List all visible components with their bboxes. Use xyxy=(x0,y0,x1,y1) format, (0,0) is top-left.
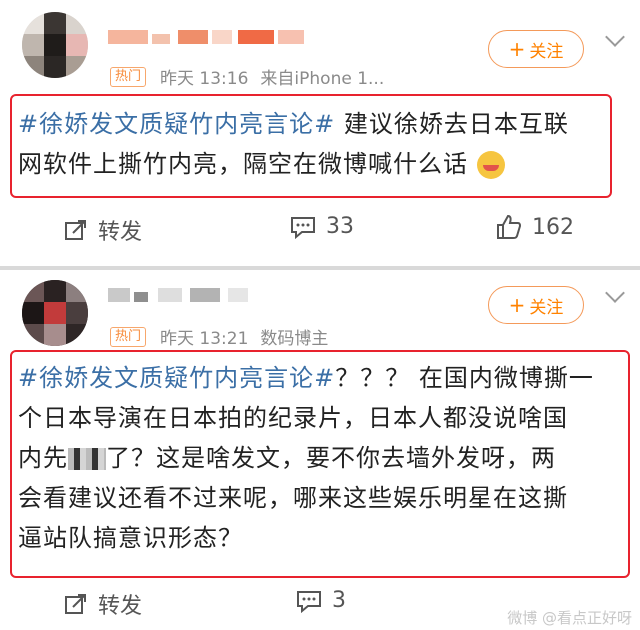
repost-icon xyxy=(65,594,86,614)
post-meta: 热门 昨天 13:21 数码博主 xyxy=(110,324,328,349)
avatar[interactable] xyxy=(22,12,88,78)
username-blurred[interactable] xyxy=(108,288,308,312)
username-blurred[interactable] xyxy=(108,30,308,54)
comment-icon xyxy=(291,216,315,239)
emoji-icon xyxy=(476,151,505,179)
post-card-2: 热门 昨天 13:21 数码博主 + 关注 #徐娇发文质疑竹内亮言论#？？？ 在国… xyxy=(0,270,640,630)
follow-button[interactable]: + 关注 xyxy=(488,30,584,68)
watermark: 微博 @看点正好呀 xyxy=(507,609,632,627)
hashtag-link[interactable]: #徐娇发文质疑竹内亮言论# xyxy=(18,364,335,392)
repost-button[interactable]: 转发 xyxy=(64,214,142,246)
action-bar: 转发 33 162 xyxy=(0,214,640,254)
post-text: #徐娇发文质疑竹内亮言论#？？？ 在国内微博撕一 个日本导演在日本拍的纪录片，日… xyxy=(18,364,594,552)
comment-icon xyxy=(297,590,321,613)
chevron-down-icon[interactable] xyxy=(605,283,625,303)
repost-icon xyxy=(65,220,86,240)
avatar[interactable] xyxy=(22,280,88,346)
like-button[interactable]: 162 xyxy=(496,214,574,240)
thumbs-up-icon xyxy=(497,214,522,239)
post-source[interactable]: 来自iPhone 1... xyxy=(260,64,384,89)
repost-button[interactable]: 转发 xyxy=(64,588,142,620)
chevron-down-icon[interactable] xyxy=(605,27,625,47)
hot-badge: 热门 xyxy=(110,326,147,347)
post-meta: 热门 昨天 13:16 来自iPhone 1... xyxy=(110,64,384,89)
post-source[interactable]: 数码博主 xyxy=(260,324,328,349)
post-time: 昨天 13:21 xyxy=(160,329,249,349)
post-card-1: 热门 昨天 13:16 来自iPhone 1... + 关注 #徐娇发文质疑竹内亮… xyxy=(0,0,640,266)
comment-button[interactable]: 3 xyxy=(296,588,346,613)
post-time: 昨天 13:16 xyxy=(160,69,249,89)
censored-mosaic xyxy=(68,448,106,470)
plus-icon: + xyxy=(508,293,526,317)
plus-icon: + xyxy=(508,37,526,61)
comment-button[interactable]: 33 xyxy=(290,214,354,239)
hashtag-link[interactable]: #徐娇发文质疑竹内亮言论# xyxy=(18,110,335,138)
post-text: #徐娇发文质疑竹内亮言论# 建议徐娇去日本互联 网软件上撕竹内亮，隔空在微博喊什… xyxy=(18,110,569,179)
hot-badge: 热门 xyxy=(110,66,147,87)
follow-button[interactable]: + 关注 xyxy=(488,286,584,324)
